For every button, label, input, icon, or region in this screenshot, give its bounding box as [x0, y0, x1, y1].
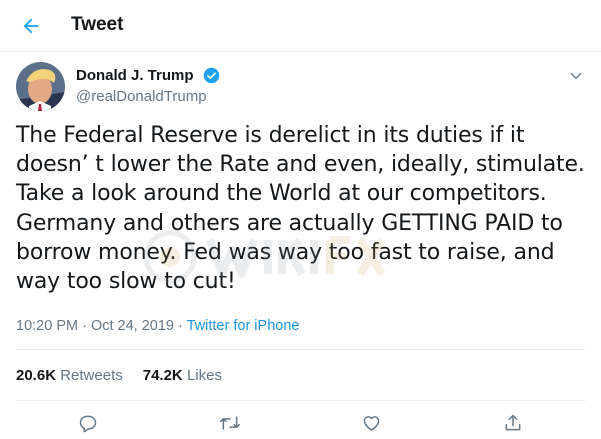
divider — [16, 349, 585, 350]
like-icon — [363, 416, 379, 431]
retweet-count: 20.6K — [16, 367, 57, 384]
reply-icon — [79, 415, 97, 433]
likes-label: Likes — [186, 367, 222, 384]
back-button[interactable] — [14, 9, 48, 43]
author-handle[interactable]: @realDonaldTrump — [76, 88, 207, 105]
chevron-down-icon — [570, 72, 582, 80]
likes-stat[interactable]: 74.2K Likes — [143, 367, 222, 384]
meta-separator: · — [78, 318, 91, 334]
like-button[interactable] — [359, 411, 383, 435]
share-button[interactable] — [501, 411, 525, 435]
verified-badge-icon — [203, 67, 220, 84]
meta-separator: · — [174, 318, 187, 334]
retweet-button[interactable] — [218, 411, 242, 435]
tweet-meta: 10:20 PM · Oct 24, 2019 · Twitter for iP… — [16, 318, 299, 334]
retweets-label: Retweets — [60, 367, 123, 384]
like-count: 74.2K — [142, 367, 183, 384]
arrow-left-icon — [23, 18, 39, 34]
tweet-date[interactable]: Oct 24, 2019 — [91, 318, 174, 334]
share-icon — [505, 414, 521, 431]
header: Tweet — [0, 0, 601, 52]
divider — [16, 400, 585, 401]
retweets-stat[interactable]: 20.6K Retweets — [16, 367, 123, 384]
tweet-stats: 20.6K Retweets 74.2K Likes — [16, 367, 222, 384]
avatar[interactable] — [16, 62, 65, 111]
reply-button[interactable] — [76, 411, 100, 435]
tweet-source-link[interactable]: Twitter for iPhone — [187, 318, 300, 334]
tweet-time: 10:20 PM — [16, 318, 79, 334]
more-options-button[interactable] — [566, 66, 586, 86]
page-title: Tweet — [71, 14, 124, 35]
retweet-icon — [220, 416, 240, 430]
watermark-logo — [143, 230, 386, 284]
tweet-actions — [0, 405, 601, 439]
author-display-name[interactable]: Donald J. Trump — [76, 67, 194, 84]
